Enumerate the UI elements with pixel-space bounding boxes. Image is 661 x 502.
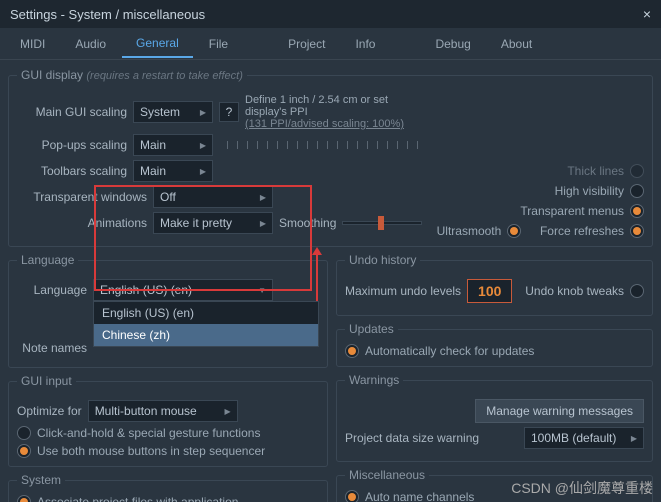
max-undo-label: Maximum undo levels — [345, 284, 461, 298]
both-buttons-label: Use both mouse buttons in step sequencer — [37, 444, 265, 458]
transparent-windows-select[interactable]: Off▶ — [153, 186, 273, 208]
ppi-text: (131 PPI/advised scaling: 100%) — [245, 118, 422, 130]
ultrasmooth-label: Ultrasmooth — [437, 224, 502, 238]
click-hold-radio[interactable] — [17, 426, 31, 440]
tab-bar: MIDI Audio General File Project Info Deb… — [0, 28, 661, 60]
auto-name-channels-label: Auto name channels — [365, 490, 474, 502]
associate-files-radio[interactable] — [17, 495, 31, 502]
undo-history-group: Undo history Maximum undo levels 100 Und… — [336, 253, 653, 316]
chevron-down-icon: ▶ — [260, 219, 266, 228]
chevron-down-icon: ▶ — [200, 141, 206, 150]
language-dropdown-list: English (US) (en) Chinese (zh) — [93, 301, 319, 347]
tab-audio[interactable]: Audio — [61, 31, 120, 57]
chevron-down-icon: ▶ — [200, 108, 206, 117]
tab-general[interactable]: General — [122, 30, 193, 58]
chevron-down-icon: ▶ — [631, 434, 637, 443]
main-scaling-label: Main GUI scaling — [17, 105, 127, 119]
language-group: Language Language English (US) (en)▼ Eng… — [8, 253, 328, 368]
ultrasmooth-radio[interactable] — [507, 224, 521, 238]
transparent-menus-radio[interactable] — [630, 204, 644, 218]
popups-scaling-select[interactable]: Main▶ — [133, 134, 213, 156]
tab-about[interactable]: About — [487, 31, 546, 57]
force-refreshes-radio[interactable] — [630, 224, 644, 238]
tab-debug[interactable]: Debug — [421, 31, 484, 57]
language-select[interactable]: English (US) (en)▼ — [93, 279, 273, 301]
chevron-down-icon: ▼ — [258, 286, 266, 295]
help-button[interactable]: ? — [219, 102, 239, 122]
system-legend: System — [17, 473, 65, 487]
chevron-down-icon: ▶ — [225, 407, 231, 416]
auto-updates-radio[interactable] — [345, 344, 359, 358]
warnings-group: Warnings Manage warning messages Project… — [336, 373, 653, 462]
smoothing-label: Smoothing — [279, 216, 336, 230]
both-buttons-radio[interactable] — [17, 444, 31, 458]
data-size-warning-label: Project data size warning — [345, 431, 479, 445]
gui-display-group: GUI display (requires a restart to take … — [8, 68, 653, 247]
language-option-en[interactable]: English (US) (en) — [94, 302, 318, 324]
tab-midi[interactable]: MIDI — [6, 31, 59, 57]
define-text: Define 1 inch / 2.54 cm or set display's… — [245, 94, 422, 118]
chevron-down-icon: ▶ — [260, 193, 266, 202]
smoothing-slider[interactable] — [342, 221, 422, 225]
optimize-for-label: Optimize for — [17, 404, 82, 418]
max-undo-value[interactable]: 100 — [467, 279, 512, 303]
warnings-legend: Warnings — [345, 373, 403, 387]
close-icon[interactable]: × — [643, 6, 651, 22]
tab-info[interactable]: Info — [341, 31, 389, 57]
language-legend: Language — [17, 253, 78, 267]
chevron-down-icon: ▶ — [200, 167, 206, 176]
tab-project[interactable]: Project — [274, 31, 339, 57]
note-names-label: Note names — [17, 341, 87, 355]
main-scaling-select[interactable]: System▶ — [133, 101, 213, 123]
auto-name-channels-radio[interactable] — [345, 490, 359, 502]
gui-input-legend: GUI input — [17, 374, 76, 388]
tab-file[interactable]: File — [195, 31, 242, 57]
thick-lines-radio[interactable] — [630, 164, 644, 178]
manage-warnings-button[interactable]: Manage warning messages — [475, 399, 644, 423]
high-visibility-radio[interactable] — [630, 184, 644, 198]
undo-knob-radio[interactable] — [630, 284, 644, 298]
miscellaneous-group: Miscellaneous Auto name channels — [336, 468, 653, 502]
scaling-ruler[interactable] — [227, 141, 422, 149]
gui-input-group: GUI input Optimize for Multi-button mous… — [8, 374, 328, 467]
language-option-zh[interactable]: Chinese (zh) — [94, 324, 318, 346]
thick-lines-label: Thick lines — [567, 164, 624, 178]
updates-group: Updates Automatically check for updates — [336, 322, 653, 367]
toolbars-scaling-label: Toolbars scaling — [17, 164, 127, 178]
popups-scaling-label: Pop-ups scaling — [17, 138, 127, 152]
click-hold-label: Click-and-hold & special gesture functio… — [37, 426, 260, 440]
animations-label: Animations — [17, 216, 147, 230]
animations-select[interactable]: Make it pretty▶ — [153, 212, 273, 234]
optimize-for-select[interactable]: Multi-button mouse▶ — [88, 400, 238, 422]
gui-display-legend: GUI display (requires a restart to take … — [17, 68, 247, 82]
window-title: Settings - System / miscellaneous — [10, 7, 205, 22]
associate-files-label: Associate project files with application — [37, 495, 238, 502]
high-visibility-label: High visibility — [555, 184, 624, 198]
system-group: System Associate project files with appl… — [8, 473, 328, 502]
undo-history-legend: Undo history — [345, 253, 420, 267]
transparent-windows-label: Transparent windows — [17, 190, 147, 204]
auto-updates-label: Automatically check for updates — [365, 344, 534, 358]
language-label: Language — [17, 283, 87, 297]
toolbars-scaling-select[interactable]: Main▶ — [133, 160, 213, 182]
miscellaneous-legend: Miscellaneous — [345, 468, 429, 482]
data-size-warning-select[interactable]: 100MB (default)▶ — [524, 427, 644, 449]
undo-knob-label: Undo knob tweaks — [525, 284, 624, 298]
force-refreshes-label: Force refreshes — [540, 224, 624, 238]
transparent-menus-label: Transparent menus — [520, 204, 624, 218]
updates-legend: Updates — [345, 322, 398, 336]
slider-thumb[interactable] — [378, 216, 384, 230]
